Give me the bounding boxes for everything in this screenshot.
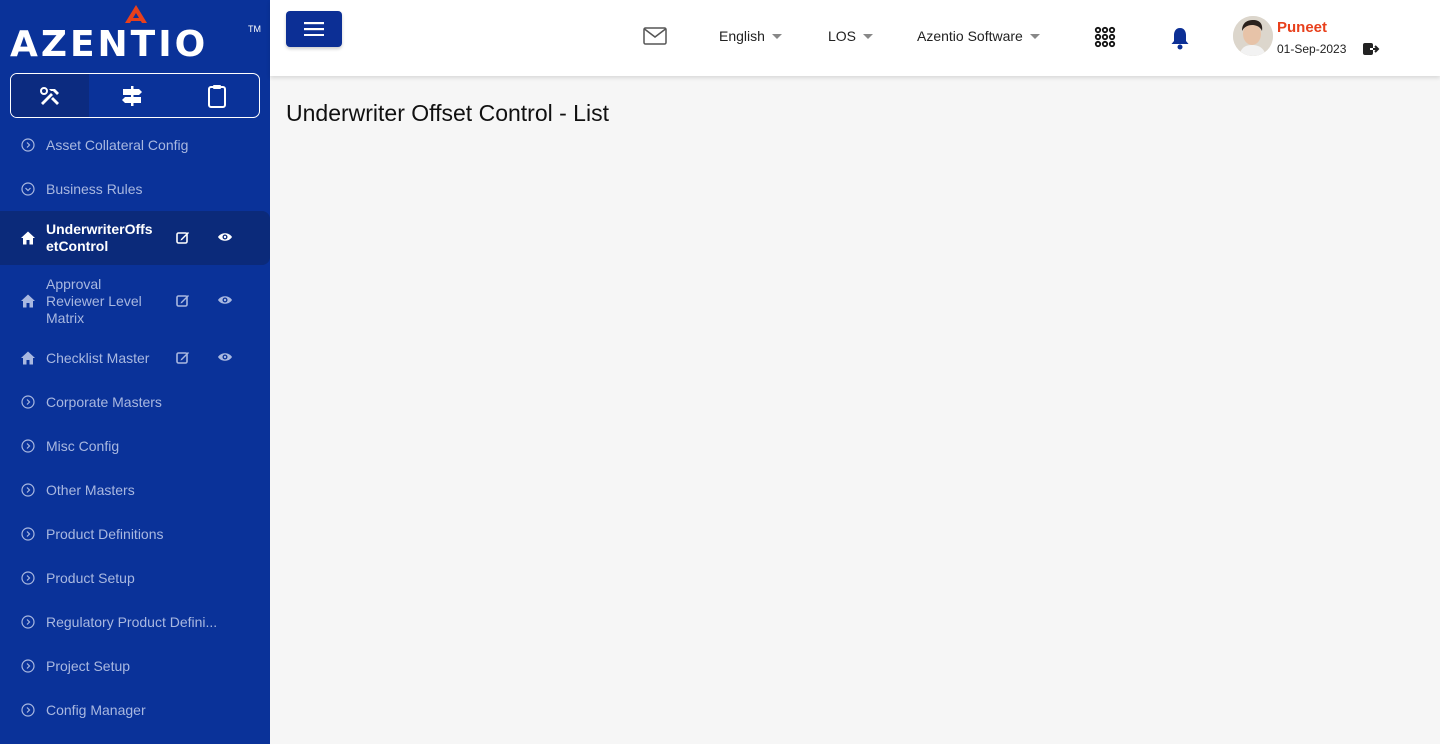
eye-icon[interactable] — [217, 230, 233, 246]
sidebar-item-label: Product Definitions — [46, 525, 164, 542]
sidebar-item-asset-collateral-config[interactable]: Asset Collateral Config — [0, 133, 270, 157]
tab-signpost[interactable] — [89, 74, 174, 117]
chevron-circle-icon — [20, 526, 36, 542]
chevron-circle-icon — [20, 137, 36, 153]
user-date: 01-Sep-2023 — [1277, 42, 1347, 56]
sidebar-item-label: Regulatory Product Defini... — [46, 613, 218, 630]
logo-mark-icon — [125, 5, 147, 23]
chevron-circle-icon — [20, 702, 36, 718]
mail-icon — [643, 27, 667, 45]
home-icon — [20, 350, 36, 366]
page-title: Underwriter Offset Control - List — [286, 100, 609, 126]
chevron-circle-icon — [20, 482, 36, 498]
user-name[interactable]: Puneet — [1277, 19, 1327, 36]
notifications-button[interactable] — [1169, 26, 1191, 50]
eye-icon[interactable] — [217, 293, 233, 309]
mail-button[interactable] — [643, 27, 667, 45]
caret-down-icon — [1029, 33, 1040, 39]
tab-tools[interactable] — [11, 74, 89, 117]
trademark: TM — [248, 24, 261, 34]
apps-grid-icon — [1094, 26, 1116, 48]
language-dropdown[interactable]: English — [719, 28, 782, 44]
organization-dropdown[interactable]: Azentio Software — [917, 28, 1040, 44]
brand-name: AZENTIO — [10, 24, 209, 65]
apps-button[interactable] — [1094, 26, 1116, 48]
mode-tabs — [10, 73, 260, 118]
chevron-circle-icon — [20, 181, 36, 197]
hamburger-icon — [304, 22, 324, 36]
sidebar-item-label: UnderwriterOffsetControl — [46, 221, 153, 254]
chevron-circle-icon — [20, 438, 36, 454]
top-header: English LOS Azentio Software Puneet 01-S… — [270, 0, 1440, 76]
sidebar-item-corporate-masters[interactable]: Corporate Masters — [0, 390, 270, 414]
home-icon — [20, 230, 36, 246]
tab-clipboard[interactable] — [174, 74, 259, 117]
sidebar-item-config-manager[interactable]: Config Manager — [0, 698, 270, 722]
edit-icon[interactable] — [176, 350, 190, 367]
clipboard-icon — [207, 84, 226, 108]
sidebar-item-underwriter-offset-control[interactable]: UnderwriterOffsetControl — [0, 211, 270, 265]
sidebar-item-product-setup[interactable]: Product Setup — [0, 566, 270, 590]
sidebar-item-project-setup[interactable]: Project Setup — [0, 654, 270, 678]
sidebar-item-label: Business Rules — [46, 180, 143, 197]
chevron-circle-icon — [20, 614, 36, 630]
tools-icon — [40, 86, 59, 105]
edit-icon[interactable] — [176, 230, 190, 247]
sidebar-item-label: Checklist Master — [46, 349, 150, 366]
caret-down-icon — [771, 33, 782, 39]
sidebar-item-misc-config[interactable]: Misc Config — [0, 434, 270, 458]
organization-value: Azentio Software — [917, 28, 1023, 44]
sidebar-item-label: Approval Reviewer Level Matrix — [46, 275, 142, 326]
signpost-icon — [121, 85, 142, 106]
home-icon — [20, 293, 36, 309]
module-dropdown[interactable]: LOS — [828, 28, 874, 44]
sidebar-item-label: Other Masters — [46, 481, 135, 498]
module-value: LOS — [828, 28, 857, 44]
sidebar-item-approval-reviewer-level-matrix[interactable]: Approval Reviewer Level Matrix — [0, 273, 270, 329]
language-value: English — [719, 28, 765, 44]
caret-down-icon — [863, 33, 874, 39]
logout-button[interactable] — [1362, 41, 1380, 62]
sidebar-item-label: Corporate Masters — [46, 393, 162, 410]
sidebar-item-checklist-master[interactable]: Checklist Master — [0, 346, 270, 370]
sidebar: AZENTIO TM Asset Collateral Config Busin… — [0, 0, 270, 744]
sidebar-item-regulatory-product-definitions[interactable]: Regulatory Product Defini... — [0, 610, 270, 634]
sidebar-item-product-definitions[interactable]: Product Definitions — [0, 522, 270, 546]
avatar[interactable] — [1233, 16, 1273, 56]
sidebar-item-label: Asset Collateral Config — [46, 136, 189, 153]
menu-toggle-button[interactable] — [286, 11, 342, 47]
chevron-circle-icon — [20, 394, 36, 410]
eye-icon[interactable] — [217, 350, 233, 366]
user-photo-icon — [1233, 16, 1273, 56]
sidebar-item-label: Config Manager — [46, 701, 146, 718]
edit-icon[interactable] — [176, 293, 190, 310]
logout-icon — [1363, 43, 1380, 55]
sidebar-item-business-rules[interactable]: Business Rules — [0, 177, 270, 201]
chevron-circle-icon — [20, 658, 36, 674]
sidebar-item-other-masters[interactable]: Other Masters — [0, 478, 270, 502]
sidebar-item-label: Misc Config — [46, 437, 120, 454]
bell-icon — [1171, 28, 1189, 50]
azentio-logo[interactable]: AZENTIO TM — [10, 2, 262, 66]
chevron-circle-icon — [20, 570, 36, 586]
sidebar-item-label: Project Setup — [46, 657, 131, 674]
sidebar-item-label: Product Setup — [46, 569, 135, 586]
